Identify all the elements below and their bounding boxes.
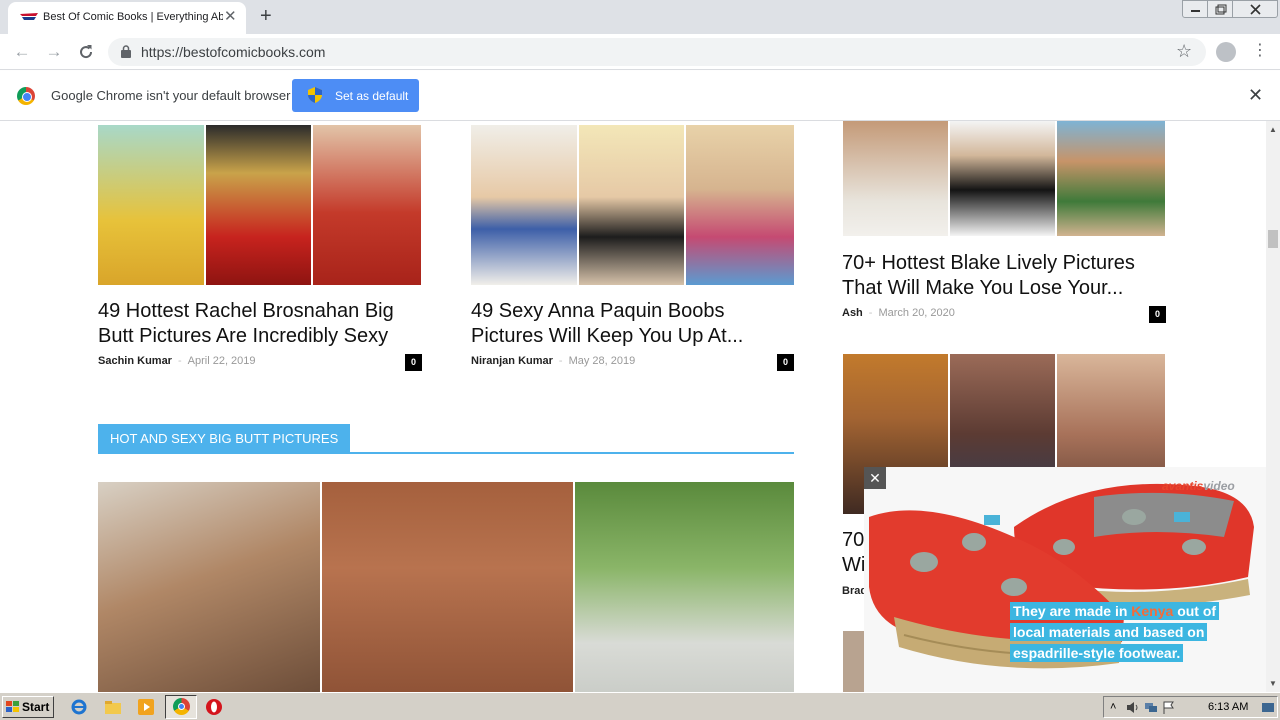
ad-caption-line-3: espadrille-style footwear. xyxy=(1010,644,1184,662)
meta-separator: - xyxy=(868,307,873,319)
photo-panel xyxy=(322,482,575,692)
reload-icon[interactable] xyxy=(76,42,96,62)
ad-brand-logo: avantisvideo xyxy=(1162,479,1235,493)
bookmark-star-icon[interactable]: ☆ xyxy=(1176,41,1192,62)
ad-caption-highlight: Kenya xyxy=(1131,603,1174,619)
start-button[interactable]: Start xyxy=(2,696,54,718)
default-browser-infobar: Google Chrome isn't your default browser… xyxy=(0,71,1280,121)
uac-shield-icon xyxy=(308,87,322,103)
windows-flag-icon xyxy=(6,701,19,712)
ad-caption-text: They are made in xyxy=(1013,603,1132,619)
meta-separator: - xyxy=(558,355,563,367)
set-as-default-button[interactable]: Set as default xyxy=(292,79,419,112)
article-date: March 20, 2020 xyxy=(878,307,955,319)
tab-close-icon[interactable]: ✕ xyxy=(224,9,237,25)
comment-count-badge[interactable]: 0 xyxy=(777,354,794,371)
ad-brand-part-2: video xyxy=(1203,479,1235,493)
window-minimize-button[interactable] xyxy=(1182,0,1208,18)
minimize-icon xyxy=(1191,10,1200,12)
photo-panel xyxy=(313,125,421,285)
opera-icon[interactable] xyxy=(205,698,223,716)
scroll-down-arrow-icon[interactable]: ▼ xyxy=(1269,679,1277,688)
tab-title: Best Of Comic Books | Everything Ab xyxy=(43,11,223,23)
infobar-message: Google Chrome isn't your default browser xyxy=(51,88,291,103)
photo-panel xyxy=(579,125,686,285)
photo-panel xyxy=(471,125,579,285)
taskbar-clock[interactable]: 6:13 AM xyxy=(1208,701,1248,713)
article-author[interactable]: Ash xyxy=(842,307,863,319)
chrome-icon xyxy=(173,698,190,715)
comment-count-badge[interactable]: 0 xyxy=(1149,306,1166,323)
new-tab-button[interactable]: + xyxy=(260,5,272,27)
article-date: May 28, 2019 xyxy=(568,355,636,367)
browser-toolbar: ← → https://bestofcomicbooks.com ☆ ⋮ xyxy=(0,34,1280,70)
taskbar-chrome-button[interactable] xyxy=(165,695,197,719)
photo-panel xyxy=(843,121,950,236)
profile-avatar-icon[interactable] xyxy=(1216,42,1236,62)
forward-arrow-icon[interactable]: → xyxy=(44,42,64,62)
article-thumbnail-large[interactable] xyxy=(98,482,794,692)
menu-kebab-icon[interactable]: ⋮ xyxy=(1252,41,1268,61)
network-icon[interactable] xyxy=(1144,701,1158,714)
tray-expand-icon[interactable]: ˄ xyxy=(1110,701,1124,714)
photo-panel xyxy=(575,482,794,692)
window-restore-button[interactable] xyxy=(1207,0,1233,18)
folder-icon[interactable] xyxy=(104,698,122,716)
ad-caption-line-1: They are made in Kenya out of xyxy=(1010,602,1220,620)
ad-caption: They are made in Kenya out of local mate… xyxy=(1010,601,1242,664)
article-thumbnail[interactable] xyxy=(843,121,1165,236)
scrollbar-thumb[interactable] xyxy=(1268,230,1278,248)
media-player-icon[interactable] xyxy=(137,698,155,716)
photo-panel xyxy=(98,125,206,285)
article-author[interactable]: Niranjan Kumar xyxy=(471,355,553,367)
section-heading[interactable]: HOT AND SEXY BIG BUTT PICTURES xyxy=(98,424,351,454)
tab-strip: Best Of Comic Books | Everything Ab ✕ + xyxy=(0,0,1280,34)
internet-explorer-icon[interactable] xyxy=(70,698,88,716)
window-close-button[interactable] xyxy=(1232,0,1278,18)
photo-panel xyxy=(206,125,313,285)
system-tray: ˄ 6:13 AM xyxy=(1103,696,1278,718)
article-author[interactable]: Sachin Kumar xyxy=(98,355,172,367)
infobar-close-icon[interactable]: ✕ xyxy=(1248,85,1263,106)
restore-icon xyxy=(1215,4,1227,15)
photo-panel xyxy=(686,125,794,285)
lock-icon xyxy=(121,45,131,58)
comment-count-badge[interactable]: 0 xyxy=(405,354,422,371)
article-title[interactable]: 70+ Hottest Blake Lively Pictures That W… xyxy=(842,251,1172,301)
action-center-flag-icon[interactable] xyxy=(1162,701,1176,714)
article-title[interactable]: 49 Sexy Anna Paquin Boobs Pictures Will … xyxy=(471,299,796,349)
set-as-default-label: Set as default xyxy=(335,89,409,103)
browser-tab[interactable]: Best Of Comic Books | Everything Ab ✕ xyxy=(8,2,246,34)
volume-icon[interactable] xyxy=(1126,701,1140,714)
ad-caption-line-2: local materials and based on xyxy=(1010,623,1208,641)
article-title[interactable]: 49 Hottest Rachel Brosnahan Big Butt Pic… xyxy=(98,299,423,349)
show-desktop-icon[interactable] xyxy=(1261,701,1275,714)
meta-separator: - xyxy=(177,355,182,367)
address-bar[interactable]: https://bestofcomicbooks.com ☆ xyxy=(108,38,1206,66)
chrome-logo-icon xyxy=(17,87,35,105)
video-ad-player[interactable]: avantisvideo They are made in Kenya out … xyxy=(864,467,1266,692)
scroll-up-arrow-icon[interactable]: ▲ xyxy=(1269,125,1277,134)
url-text: https://bestofcomicbooks.com xyxy=(141,44,326,60)
article-date: April 22, 2019 xyxy=(187,355,256,367)
start-label: Start xyxy=(22,700,50,714)
section-heading-bar: HOT AND SEXY BIG BUTT PICTURES xyxy=(98,424,794,454)
ad-close-button[interactable]: ✕ xyxy=(864,467,886,489)
site-favicon-icon xyxy=(20,13,38,20)
article-thumbnail[interactable] xyxy=(98,125,421,285)
windows-taskbar: Start ˄ 6:13 AM xyxy=(0,692,1280,720)
close-icon xyxy=(1250,4,1261,15)
article-meta: Niranjan Kumar - May 28, 2019 xyxy=(471,355,635,367)
article-thumbnail[interactable] xyxy=(471,125,794,285)
article-meta: Sachin Kumar - April 22, 2019 xyxy=(98,355,256,367)
photo-panel xyxy=(98,482,322,692)
photo-panel xyxy=(950,121,1057,236)
article-meta: Ash - March 20, 2020 xyxy=(842,307,955,319)
page-scrollbar[interactable]: ▲ ▼ xyxy=(1266,121,1280,692)
photo-panel xyxy=(1057,121,1165,236)
ad-caption-text: out of xyxy=(1173,603,1217,619)
back-arrow-icon[interactable]: ← xyxy=(12,42,32,62)
ad-brand-part-1: avantis xyxy=(1162,479,1204,493)
